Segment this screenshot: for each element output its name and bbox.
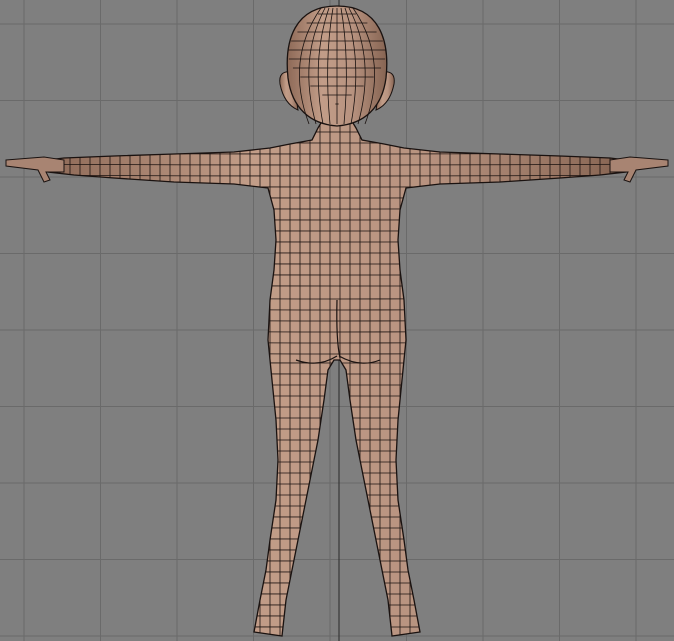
wire-edge: [48, 372, 626, 375]
wire-edge: [48, 603, 626, 606]
viewport-canvas[interactable]: [0, 0, 674, 641]
wire-edge: [0, 637, 674, 638]
body-mesh[interactable]: [47, 117, 627, 637]
wire-edge: [48, 515, 626, 518]
wire-edge: [48, 427, 626, 430]
wire-edge: [48, 383, 626, 386]
wire-edge: [48, 548, 626, 551]
wire-edge: [48, 614, 626, 617]
wire-edge: [48, 625, 626, 628]
wire-edge: [48, 526, 626, 529]
wire-edge: [48, 581, 626, 584]
wire-edge: [48, 537, 626, 540]
wire-edge: [48, 361, 626, 364]
wire-edge: [48, 471, 626, 474]
left-hand: [5, 156, 65, 183]
wire-edge: [48, 460, 626, 463]
wire-edge: [48, 504, 626, 507]
wire-edge: [48, 592, 626, 595]
character-mesh[interactable]: [0, 5, 674, 641]
wire-edge: [48, 570, 626, 573]
right-hand: [609, 156, 669, 183]
wire-edge: [48, 394, 626, 397]
wire-edge: [48, 493, 626, 496]
wire-edge: [48, 449, 626, 452]
wire-edge: [48, 416, 626, 419]
wire-edge: [48, 438, 626, 441]
3d-viewport[interactable]: [0, 0, 674, 641]
wire-edge: [48, 559, 626, 562]
